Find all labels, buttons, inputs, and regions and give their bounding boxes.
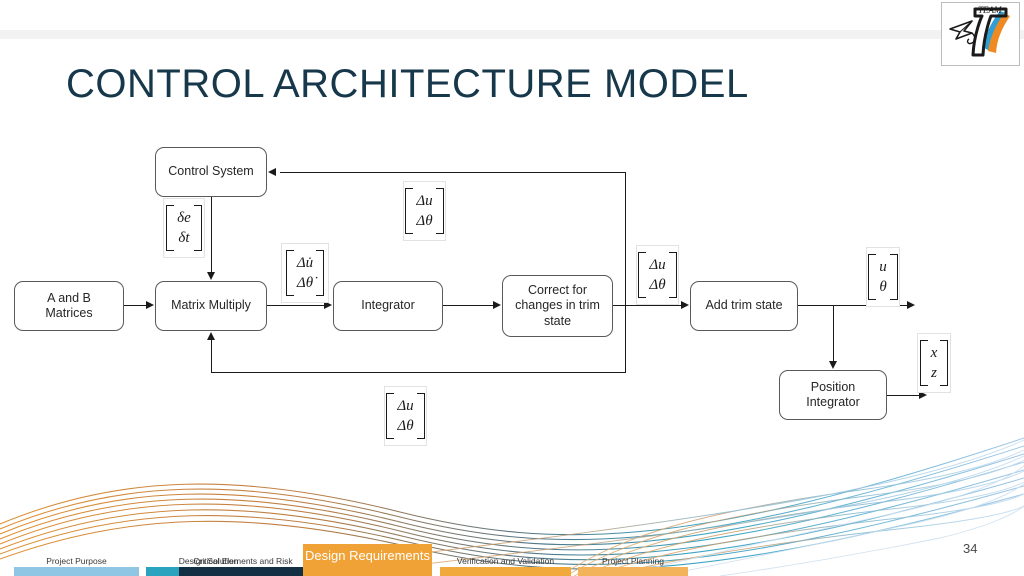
wire-integrator-to-correcttrim xyxy=(443,305,494,307)
team-7-logo-graphic: TEAM xyxy=(949,5,1010,57)
block-correct-for-changes-in-trim-state[interactable]: Correct for changes in trim state xyxy=(502,275,613,337)
nav-tab-project-purpose-label: Project Purpose xyxy=(46,556,107,566)
block-integrator-label: Integrator xyxy=(361,298,415,313)
matrix-row: Δθ̇ xyxy=(296,275,314,291)
block-control-system[interactable]: Control System xyxy=(155,147,267,197)
block-a-and-b-matrices-label: A and B Matrices xyxy=(45,290,93,320)
bracket-left xyxy=(868,253,877,301)
matrix-row: δt xyxy=(178,230,190,246)
nav-tab-project-purpose[interactable]: Project Purpose xyxy=(14,544,139,576)
bracket-left xyxy=(285,249,294,297)
arrowhead-into-matrixmultiply-top xyxy=(207,272,215,280)
matrix-row: δe xyxy=(177,209,191,226)
nav-tab-project-purpose-chip xyxy=(14,567,139,576)
bracket-right xyxy=(316,249,325,297)
matrix-absolute-state-output: u θ xyxy=(866,247,900,307)
arrowhead-into-controlsystem-right xyxy=(268,168,276,176)
matrix-row: Δu xyxy=(649,256,666,273)
arrowhead-into-positionintegrator xyxy=(829,361,837,369)
matrix-row: x xyxy=(930,344,938,361)
matrix-row: u xyxy=(879,258,887,275)
matrix-row: Δθ xyxy=(649,277,666,293)
matrix-control-output-signal: δe δt xyxy=(163,198,205,258)
bracket-right xyxy=(668,251,677,299)
matrix-feedback-to-control-system: Δu Δθ xyxy=(403,181,446,241)
wire-positionintegrator-output xyxy=(887,395,920,397)
wire-controlsystem-to-matrixmultiply xyxy=(211,197,213,273)
block-position-integrator-label: Position Integrator xyxy=(806,379,860,409)
block-integrator[interactable]: Integrator xyxy=(333,281,443,331)
bracket-left xyxy=(405,187,414,235)
bracket-right xyxy=(435,187,444,235)
section-navigation-bar: Project Purpose Design Solution Critical… xyxy=(0,544,1024,576)
nav-tab-project-planning-chip xyxy=(578,567,688,576)
arrowhead-into-addtrimstate xyxy=(681,301,689,309)
bracket-left xyxy=(638,251,647,299)
block-matrix-multiply-label: Matrix Multiply xyxy=(171,298,251,313)
arrowhead-into-matrixmultiply-bottom xyxy=(207,332,215,340)
arrowhead-state-output xyxy=(907,301,915,309)
bracket-right xyxy=(193,204,202,252)
matrix-row: Δu xyxy=(416,192,433,209)
block-add-trim-state-label: Add trim state xyxy=(705,298,783,313)
bracket-left xyxy=(919,339,928,387)
block-control-system-label: Control System xyxy=(168,164,254,179)
nav-tab-design-requirements-chip xyxy=(303,567,432,576)
matrix-row: Δθ xyxy=(416,213,433,229)
nav-tab-critical-elements-label: Critical Elements and Risk xyxy=(193,556,293,566)
matrix-row: θ xyxy=(879,279,887,295)
matrix-state-derivatives: Δu̇ Δθ̇ xyxy=(281,243,329,303)
wire-feedback-up-to-controlsystem xyxy=(625,172,627,306)
bracket-right xyxy=(940,339,949,387)
matrix-row: Δu xyxy=(397,397,414,414)
nav-tab-verification-and-validation-label: Verification and Validation xyxy=(456,556,555,566)
matrix-row: z xyxy=(931,365,937,381)
nav-tab-project-planning-label: Project Planning xyxy=(602,556,664,566)
logo-team-text: TEAM xyxy=(978,5,1002,15)
nav-tab-design-requirements-label: Design Requirements xyxy=(304,548,430,563)
wire-feedback-down-from-correcttrim xyxy=(625,305,627,373)
bracket-left xyxy=(166,204,175,252)
wire-ab-to-matrixmultiply xyxy=(124,305,147,307)
arrowhead-into-correcttrim xyxy=(493,301,501,309)
arrowhead-into-matrixmultiply-left xyxy=(146,301,154,309)
bracket-right xyxy=(889,253,898,301)
matrix-trim-correction-output: Δu Δθ xyxy=(636,245,679,305)
team-7-logo: TEAM xyxy=(941,2,1020,66)
wire-matrixmultiply-to-integrator xyxy=(267,305,325,307)
wire-feedback-up-to-matrixmultiply xyxy=(211,339,213,373)
block-position-integrator[interactable]: Position Integrator xyxy=(779,370,887,420)
page-title: CONTROL ARCHITECTURE MODEL xyxy=(66,62,749,106)
block-matrix-multiply[interactable]: Matrix Multiply xyxy=(155,281,267,331)
nav-tab-critical-elements-chip xyxy=(179,567,307,576)
block-correct-for-changes-in-trim-state-label: Correct for changes in trim state xyxy=(515,283,600,328)
nav-tab-critical-elements[interactable]: Critical Elements and Risk xyxy=(179,544,307,576)
nav-tab-design-requirements[interactable]: Design Requirements xyxy=(303,544,432,576)
nav-tab-verification-and-validation-chip xyxy=(440,567,571,576)
block-add-trim-state[interactable]: Add trim state xyxy=(690,281,798,331)
block-a-and-b-matrices[interactable]: A and B Matrices xyxy=(14,281,124,331)
matrix-position-output: x z xyxy=(917,333,951,393)
nav-tab-verification-and-validation[interactable]: Verification and Validation xyxy=(440,544,571,576)
nav-tab-project-planning[interactable]: Project Planning xyxy=(578,544,688,576)
wire-feedback-bottom-run xyxy=(211,372,626,374)
wire-correcttrim-to-addtrimstate xyxy=(613,305,682,307)
wire-feedback-top-run xyxy=(280,172,626,174)
wire-to-positionintegrator xyxy=(833,305,835,362)
header-band xyxy=(0,30,1024,39)
matrix-row: Δu̇ xyxy=(296,254,314,271)
slide-canvas: TEAM CONTROL ARCHITECTURE MODEL Control … xyxy=(0,0,1024,576)
